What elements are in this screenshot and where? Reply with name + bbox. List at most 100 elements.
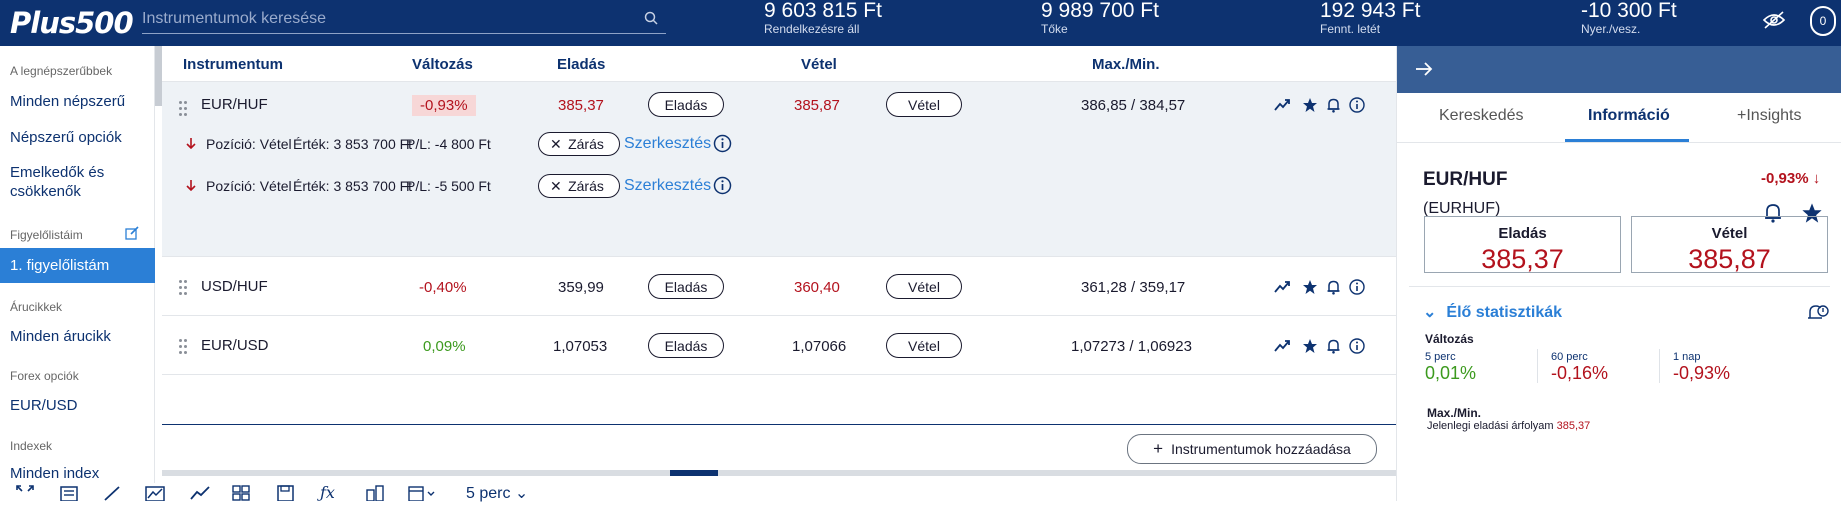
sidebar-heading: Indexek bbox=[10, 439, 53, 453]
draw-icon[interactable] bbox=[103, 485, 121, 506]
sell-price-box[interactable]: Eladás 385,37 bbox=[1424, 216, 1621, 274]
fullscreen-icon[interactable] bbox=[16, 485, 34, 506]
info-icon[interactable] bbox=[713, 176, 732, 198]
search-input[interactable] bbox=[142, 6, 632, 32]
buy-price-box[interactable]: Vétel 385,87 bbox=[1631, 216, 1828, 274]
sell-button[interactable]: Eladás bbox=[648, 274, 724, 299]
stat-label: Nyer./vesz. bbox=[1581, 22, 1641, 36]
chart-icon[interactable] bbox=[1274, 280, 1290, 299]
column-header-instrument[interactable]: Instrumentum bbox=[183, 56, 283, 73]
profile-button[interactable]: 0 bbox=[1810, 6, 1836, 36]
position-row[interactable]: Pozíció: Vétel Érték: 3 853 700 Ft P/L: … bbox=[172, 168, 1384, 205]
chart-icon[interactable] bbox=[1274, 339, 1290, 358]
search-icon[interactable] bbox=[644, 11, 658, 30]
info-icon[interactable] bbox=[1349, 97, 1365, 118]
sidebar-heading: Figyelőlistáim bbox=[10, 228, 83, 242]
stat-label: Fennt. letét bbox=[1320, 22, 1381, 36]
period-value: -0,16% bbox=[1551, 363, 1609, 383]
sidebar-item-popular-options[interactable]: Népszerű opciók bbox=[0, 128, 122, 147]
column-header-buy[interactable]: Vétel bbox=[801, 56, 837, 73]
sell-button[interactable]: Eladás bbox=[648, 92, 724, 117]
search-box[interactable] bbox=[142, 6, 666, 34]
tab-information[interactable]: Információ bbox=[1588, 107, 1670, 125]
edit-position-link[interactable]: Szerkesztés bbox=[624, 135, 711, 153]
live-stats-toggle[interactable]: ⌄ Élő statisztikák bbox=[1423, 302, 1562, 322]
sell-button[interactable]: Eladás bbox=[648, 333, 724, 358]
alert-settings-icon[interactable] bbox=[1807, 303, 1829, 328]
column-header-sell[interactable]: Eladás bbox=[557, 56, 605, 73]
add-instruments-button[interactable]: + Instrumentumok hozzáadása bbox=[1127, 434, 1377, 464]
timeframe-dropdown[interactable]: 5 perc ⌄ bbox=[466, 483, 528, 503]
column-header-change[interactable]: Változás bbox=[412, 56, 473, 73]
chart-splitter[interactable] bbox=[162, 470, 1396, 476]
arrow-down-icon: ↓ bbox=[1812, 170, 1821, 187]
column-header-maxmin[interactable]: Max./Min. bbox=[1092, 56, 1160, 73]
maxmin-label: Max./Min. bbox=[1427, 406, 1482, 420]
save-icon[interactable] bbox=[277, 485, 294, 506]
bell-icon[interactable] bbox=[1326, 338, 1341, 359]
sidebar-item-risers-fallers[interactable]: Emelkedők és csökkenők bbox=[0, 163, 140, 201]
period-stat: 60 perc -0,16% bbox=[1551, 351, 1608, 384]
tab-trading[interactable]: Kereskedés bbox=[1439, 107, 1524, 125]
news-icon[interactable] bbox=[60, 485, 78, 506]
indicators-icon[interactable] bbox=[190, 485, 210, 506]
sidebar: A legnépszerűbbek Minden népszerű Népsze… bbox=[0, 46, 155, 501]
sidebar-item-eur-usd[interactable]: EUR/USD bbox=[0, 396, 78, 415]
drag-handle-icon[interactable] bbox=[179, 280, 189, 296]
chart-icon[interactable] bbox=[1274, 98, 1290, 117]
stat-margin: 192 943 Ft Fennt. letét bbox=[1320, 0, 1420, 36]
sell-price: 385,37 bbox=[558, 97, 604, 114]
sidebar-item-all-commodities[interactable]: Minden árucikk bbox=[0, 327, 111, 346]
star-icon[interactable] bbox=[1302, 338, 1318, 359]
calendar-icon[interactable] bbox=[408, 485, 438, 506]
hide-values-icon[interactable] bbox=[1762, 10, 1786, 35]
buy-button[interactable]: Vétel bbox=[886, 274, 962, 299]
table-row[interactable]: EUR/HUF -0,93% 385,37 Eladás 385,87 Véte… bbox=[162, 82, 1396, 257]
stat-label: Tőke bbox=[1041, 22, 1068, 36]
tab-insights[interactable]: +Insights bbox=[1737, 107, 1801, 125]
buy-button[interactable]: Vétel bbox=[886, 92, 962, 117]
bell-icon[interactable] bbox=[1326, 97, 1341, 118]
sidebar-item-watchlist-1[interactable]: 1. figyelőlistám bbox=[0, 248, 155, 283]
close-label: Zárás bbox=[568, 178, 604, 194]
chart-toolbar: ƒx 5 perc ⌄ bbox=[0, 483, 1396, 503]
close-position-button[interactable]: ✕ Zárás bbox=[538, 174, 620, 198]
instrument-name[interactable]: EUR/HUF bbox=[201, 96, 268, 113]
buy-button[interactable]: Vétel bbox=[886, 333, 962, 358]
splitter-handle[interactable] bbox=[670, 470, 718, 476]
stat-value: 9 603 815 Ft bbox=[764, 0, 882, 22]
divider bbox=[1659, 349, 1660, 383]
star-icon[interactable] bbox=[1302, 97, 1318, 118]
table-row[interactable]: EUR/USD 0,09% 1,07053 Eladás 1,07066 Vét… bbox=[162, 317, 1396, 375]
table-row[interactable]: USD/HUF -0,40% 359,99 Eladás 360,40 Véte… bbox=[162, 258, 1396, 316]
panel-change-value: -0,93% bbox=[1761, 170, 1809, 187]
sidebar-item-all-popular[interactable]: Minden népszerű bbox=[0, 92, 125, 111]
position-value: Érték: 3 853 700 Ft bbox=[293, 178, 413, 194]
compare-icon[interactable] bbox=[366, 485, 384, 506]
edit-position-link[interactable]: Szerkesztés bbox=[624, 177, 711, 195]
sidebar-scrollbar[interactable] bbox=[155, 46, 162, 106]
position-row[interactable]: Pozíció: Vétel Érték: 3 853 700 Ft P/L: … bbox=[172, 126, 1384, 163]
chart-type-icon[interactable] bbox=[145, 485, 165, 506]
bell-icon[interactable] bbox=[1326, 279, 1341, 300]
plus500-logo[interactable]: Plus500 bbox=[10, 6, 134, 40]
sidebar-item-all-indices[interactable]: Minden index bbox=[0, 464, 99, 483]
sidebar-heading: Árucikkek bbox=[10, 300, 63, 314]
info-icon[interactable] bbox=[713, 134, 732, 156]
buy-price: 385,87 bbox=[794, 97, 840, 114]
position-type: Pozíció: Vétel bbox=[206, 178, 292, 194]
drag-handle-icon[interactable] bbox=[179, 339, 189, 355]
function-icon[interactable]: ƒx bbox=[320, 483, 335, 502]
info-icon[interactable] bbox=[1349, 338, 1365, 359]
info-icon[interactable] bbox=[1349, 279, 1365, 300]
panel-header bbox=[1397, 46, 1841, 93]
arrow-right-icon[interactable] bbox=[1415, 62, 1433, 81]
drag-handle-icon[interactable] bbox=[179, 101, 189, 117]
stat-label: Rendelkezésre áll bbox=[764, 22, 860, 36]
instrument-name[interactable]: EUR/USD bbox=[201, 337, 269, 354]
edit-watchlist-icon[interactable] bbox=[125, 226, 139, 245]
layout-icon[interactable] bbox=[232, 485, 250, 506]
instrument-name[interactable]: USD/HUF bbox=[201, 278, 268, 295]
close-position-button[interactable]: ✕ Zárás bbox=[538, 132, 620, 156]
star-icon[interactable] bbox=[1302, 279, 1318, 300]
